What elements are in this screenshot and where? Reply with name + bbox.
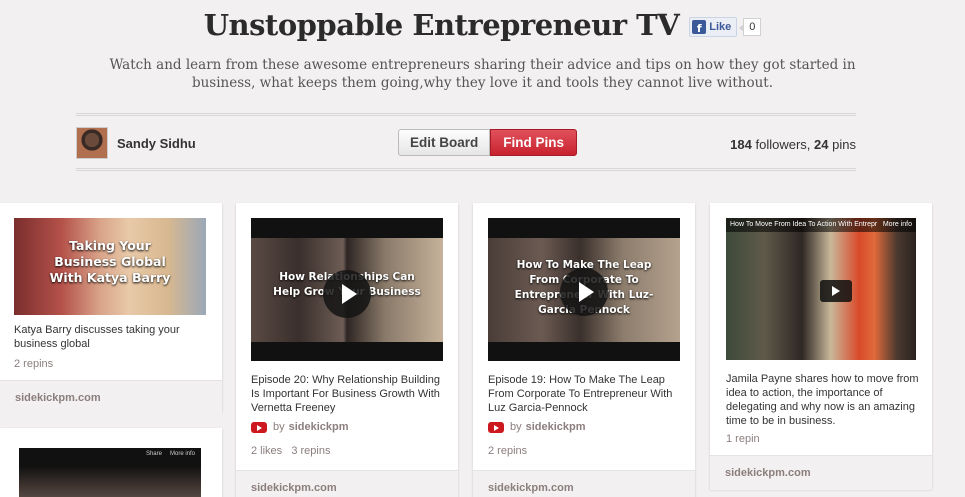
pin-stats: 1 repin — [726, 433, 760, 445]
youtube-icon — [251, 421, 267, 433]
pin-image[interactable]: How Relationships Can Help Grow Your Bus… — [251, 218, 443, 361]
pin-via: by sidekickpm — [488, 421, 586, 433]
pin-image[interactable]: Taking Your Business Global With Katya B… — [14, 218, 206, 315]
pin-via-prefix: by — [510, 421, 522, 433]
pin-image[interactable]: How To Move From Idea To Action With Ent… — [726, 218, 916, 360]
play-icon[interactable] — [820, 280, 852, 302]
pin-description: Katya Barry discusses taking your busine… — [14, 324, 180, 350]
pin-via-prefix: by — [273, 421, 285, 433]
followers-label[interactable]: followers, — [756, 137, 811, 152]
pin-image[interactable]: How To Make The Leap From Corporate To E… — [488, 218, 680, 361]
board-actions: Edit Board Find Pins — [398, 129, 578, 156]
pin-card[interactable]: How Relationships Can Help Grow Your Bus… — [236, 203, 458, 497]
pin-via: by sidekickpm — [251, 421, 349, 433]
pin-stats: 2 likes 3 repins — [251, 445, 331, 457]
edit-board-button[interactable]: Edit Board — [398, 129, 491, 156]
pin-via-name[interactable]: sidekickpm — [289, 421, 349, 433]
owner-avatar[interactable] — [76, 127, 108, 159]
video-share[interactable]: Share — [146, 451, 162, 457]
header-divider-bottom — [76, 168, 856, 171]
play-icon[interactable] — [560, 268, 608, 316]
facebook-like-button[interactable]: f Like — [689, 17, 738, 37]
pin-stats: 2 repins — [488, 445, 528, 457]
pin-description: Episode 20: Why Relationship Building Is… — [251, 374, 440, 414]
followers-count[interactable]: 184 — [730, 137, 752, 152]
pin-source-footer[interactable]: sidekickpm.com — [0, 380, 222, 415]
facebook-like-widget: f Like 0 — [689, 17, 762, 37]
video-more-info[interactable]: More info — [883, 221, 912, 229]
pin-card[interactable]: How To Make The Leap From Corporate To E… — [473, 203, 695, 497]
youtube-icon — [488, 421, 504, 433]
pin-description: Jamila Payne shares how to move from ide… — [726, 373, 919, 427]
pin-description: Episode 19: How To Make The Leap From Co… — [488, 374, 673, 414]
board-title: Unstoppable Entrepreneur TV — [203, 8, 680, 42]
pin-overlay-text: Taking Your Business Global With Katya B… — [49, 238, 171, 285]
pin-card[interactable]: Taking Your Business Global With Katya B… — [0, 203, 222, 415]
pin-source-footer[interactable]: sidekickpm.com — [473, 470, 695, 497]
header-divider-top — [76, 113, 856, 116]
board-header: Unstoppable Entrepreneur TV f Like 0 Wat… — [0, 0, 965, 200]
pin-source-footer[interactable]: sidekickpm.com — [710, 455, 932, 490]
facebook-like-count: 0 — [739, 18, 762, 36]
play-icon[interactable] — [323, 270, 371, 318]
pin-image[interactable]: Share More info — [19, 448, 201, 497]
facebook-icon: f — [692, 20, 707, 34]
video-controls: Share More info — [146, 451, 195, 457]
pins-count[interactable]: 24 — [814, 137, 828, 152]
pin-card[interactable]: How To Move From Idea To Action With Ent… — [710, 203, 932, 490]
board-stats: 184 followers, 24 pins — [730, 137, 856, 152]
board-meta-row: Sandy Sidhu Edit Board Find Pins 184 fol… — [76, 125, 856, 163]
pins-label[interactable]: pins — [832, 137, 856, 152]
video-title-bar: How To Move From Idea To Action With Ent… — [726, 218, 916, 232]
board-description: Watch and learn from these awesome entre… — [109, 57, 856, 91]
pin-source-footer[interactable]: sidekickpm.com — [236, 470, 458, 497]
title-row: Unstoppable Entrepreneur TV f Like 0 — [0, 8, 965, 42]
pin-card[interactable]: Share More info — [0, 428, 222, 497]
board-owner[interactable]: Sandy Sidhu — [76, 127, 196, 159]
video-more-info[interactable]: More info — [170, 451, 195, 457]
facebook-like-label: Like — [709, 21, 732, 33]
find-pins-button[interactable]: Find Pins — [490, 129, 578, 156]
owner-name[interactable]: Sandy Sidhu — [117, 136, 196, 151]
video-title[interactable]: How To Move From Idea To Action With Ent… — [730, 221, 877, 229]
pin-stats: 2 repins — [14, 358, 54, 370]
pin-via-name[interactable]: sidekickpm — [526, 421, 586, 433]
